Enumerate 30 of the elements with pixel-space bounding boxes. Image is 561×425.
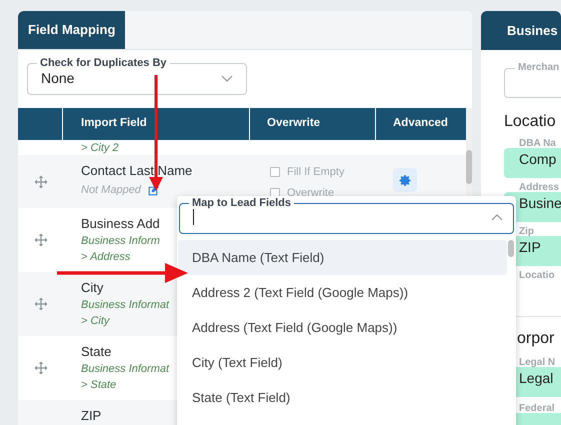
column-header: Import Field <box>81 116 147 132</box>
column-header: Overwrite <box>267 116 320 132</box>
mapping-path: > State <box>81 378 116 393</box>
section-heading: Locatio <box>504 112 557 132</box>
column-header: Advanced <box>393 116 448 132</box>
import-field-name: State <box>81 343 112 361</box>
field-label: Zip <box>519 226 535 238</box>
import-field-name: Business Add <box>81 215 160 233</box>
field-label: Federal <box>519 403 556 415</box>
duplicates-select-label: Check for Duplicates By <box>39 56 168 70</box>
field-label: Legal N <box>519 357 556 369</box>
not-mapped-label: Not Mapped <box>81 183 141 198</box>
mapping-path: Business Inform <box>81 234 160 249</box>
field-label: DBA Na <box>519 138 557 150</box>
mapping-path: > Address <box>81 250 130 265</box>
mapping-path: > City <box>81 314 110 329</box>
merchant-field-label: Merchan <box>517 62 560 74</box>
import-field-name: Contact Last Name <box>81 162 192 180</box>
checkbox-label: Overwrite <box>287 186 334 198</box>
field-label: Locatio <box>519 270 556 282</box>
checkbox-label: Fill If Empty <box>287 165 344 180</box>
section-heading: orpor <box>517 329 556 349</box>
import-field-name: City <box>81 279 104 297</box>
mapping-path: > City 2 <box>81 141 119 155</box>
field-label: Address <box>519 182 560 194</box>
mapping-path: Business Informat <box>81 362 170 377</box>
import-field-name: ZIP <box>81 407 102 425</box>
mapping-path: Business Informat <box>81 298 170 313</box>
duplicates-select-value: None <box>41 69 74 88</box>
lead-fields-label: Map to Lead Fields <box>191 196 292 210</box>
